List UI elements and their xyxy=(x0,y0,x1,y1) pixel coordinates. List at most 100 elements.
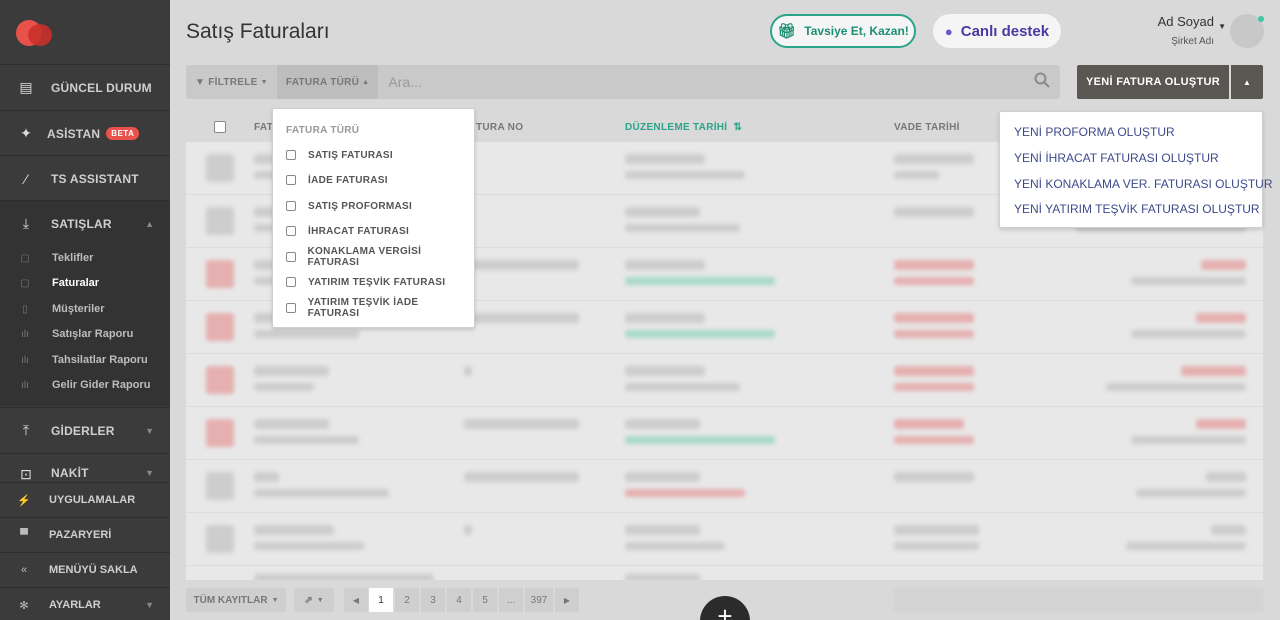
invoice-type-option-yatirim-tesvik[interactable]: YATIRIM TEŞVİK FATURASI xyxy=(286,273,466,291)
pagination-page-5[interactable]: 5 xyxy=(473,588,497,612)
checkbox[interactable] xyxy=(286,226,296,236)
chevron-down-icon: ▼ xyxy=(316,596,324,604)
checkbox[interactable] xyxy=(286,175,296,185)
cash-icon: ⊡ xyxy=(20,466,32,482)
new-proforma-item[interactable]: YENİ PROFORMA OLUŞTUR xyxy=(1014,125,1175,139)
sidebar-item-label: NAKİT xyxy=(51,466,89,480)
pagination-next[interactable]: ▶ xyxy=(555,588,579,612)
sidebar-subitem-label: Satışlar Raporu xyxy=(52,328,134,340)
contact-icon: ▯ xyxy=(22,303,28,315)
new-investment-invoice-item[interactable]: YENİ YATIRIM TEŞVİK FATURASI OLUŞTUR xyxy=(1014,202,1260,216)
invoice-type-option-proforma[interactable]: SATIŞ PROFORMASI xyxy=(286,197,466,215)
column-header-vade-tarihi[interactable]: VADE TARİHİ xyxy=(894,122,960,133)
checkbox[interactable] xyxy=(286,252,296,262)
invoice-type-option-konaklama[interactable]: KONAKLAMA VERGİSİ FATURASI xyxy=(286,246,466,268)
sidebar-item-pazaryeri[interactable]: ▀ PAZARYERİ xyxy=(0,517,170,552)
sidebar-subitem-faturalar[interactable]: ▢ Faturalar xyxy=(0,272,170,294)
sidebar-item-ayarlar[interactable]: ✻ AYARLAR ▼ xyxy=(0,587,170,620)
brand-logo[interactable] xyxy=(16,18,52,46)
option-label: YATIRIM TEŞVİK İADE FATURASI xyxy=(307,297,419,319)
sidebar-subitem-gelir-gider-raporu[interactable]: ılı Gelir Gider Raporu xyxy=(0,374,170,396)
all-records-button[interactable]: TÜM KAYITLAR ▼ xyxy=(186,588,286,612)
sidebar-subitem-teklifler[interactable]: ▢ Teklifler xyxy=(0,247,170,269)
filter-button[interactable]: ▼ FİLTRELE ▼ xyxy=(186,65,277,99)
column-header-duzenleme-tarihi[interactable]: DÜZENLEME TARİHİ ⇅ xyxy=(625,122,742,133)
column-header-label: DÜZENLEME TARİHİ xyxy=(625,122,728,133)
collapse-icon: « xyxy=(20,564,28,576)
upload-icon: ⤒ xyxy=(22,422,30,438)
sidebar-item-ts-assistant[interactable]: ⁄ TS ASSISTANT xyxy=(0,155,170,201)
dropdown-header: FATURA TÜRÜ xyxy=(286,125,360,136)
document-icon: ▢ xyxy=(20,252,30,264)
chevron-up-icon: ▲ xyxy=(362,78,370,86)
invoice-type-option-ihracat[interactable]: İHRACAT FATURASI xyxy=(286,222,466,240)
live-support-button[interactable]: ● Canlı destek xyxy=(933,14,1061,48)
new-invoice-button[interactable]: YENİ FATURA OLUŞTUR xyxy=(1077,65,1229,99)
filter-toolbar: ▼ FİLTRELE ▼ FATURA TÜRÜ ▲ xyxy=(186,65,1060,99)
sidebar-item-label: PAZARYERİ xyxy=(49,529,112,541)
checkbox[interactable] xyxy=(286,201,296,211)
search-icon[interactable] xyxy=(1024,72,1060,93)
pagination-prev[interactable]: ◀ xyxy=(344,588,368,612)
column-header-fatura-no[interactable]: TURA NO xyxy=(476,122,523,133)
invoice-type-dropdown: FATURA TÜRÜ SATIŞ FATURASI İADE FATURASI… xyxy=(272,108,475,328)
sidebar-subitem-tahsilatlar-raporu[interactable]: ılı Tahsilatlar Raporu xyxy=(0,349,170,371)
bar-chart-icon: ılı xyxy=(21,354,29,366)
search-input[interactable] xyxy=(378,65,1024,99)
table-row[interactable] xyxy=(186,460,1263,513)
pagination-page-2[interactable]: 2 xyxy=(395,588,419,612)
pagination-page-last[interactable]: 397 xyxy=(525,588,553,612)
dashboard-icon: ▤ xyxy=(19,79,33,95)
external-link-icon: ⇗ xyxy=(304,594,313,606)
option-label: YATIRIM TEŞVİK FATURASI xyxy=(308,276,446,288)
invoice-type-button[interactable]: FATURA TÜRÜ ▲ xyxy=(276,65,379,99)
support-label: Canlı destek xyxy=(960,22,1050,40)
new-export-invoice-item[interactable]: YENİ İHRACAT FATURASI OLUŞTUR xyxy=(1014,151,1219,165)
chat-icon: ● xyxy=(944,23,953,39)
new-invoice-dropdown-toggle[interactable]: ▲ xyxy=(1231,65,1263,99)
sort-icon: ⇅ xyxy=(733,122,743,133)
chevron-down-icon: ▼ xyxy=(260,78,268,86)
chevron-down-icon: ▼ xyxy=(145,468,154,478)
chevron-down-icon: ▼ xyxy=(145,425,154,436)
new-accommodation-invoice-item[interactable]: YENİ KONAKLAMA VER. FATURASI OLUŞTUR xyxy=(1014,177,1273,191)
option-label: SATIŞ FATURASI xyxy=(308,149,393,161)
sidebar-item-asistan[interactable]: ✦ ASİSTAN BETA xyxy=(0,110,170,156)
beta-badge: BETA xyxy=(106,127,140,140)
table-row[interactable] xyxy=(186,407,1263,460)
pagination-page-4[interactable]: 4 xyxy=(447,588,471,612)
refer-button[interactable]: 🎁︎ Tavsiye Et, Kazan! xyxy=(770,14,916,48)
checkbox[interactable] xyxy=(286,277,296,287)
pagination-page-1[interactable]: 1 xyxy=(369,588,393,612)
sidebar-item-satislar[interactable]: ⤓ SATIŞLAR ▲ xyxy=(0,200,170,246)
table-row[interactable] xyxy=(186,513,1263,566)
checkbox[interactable] xyxy=(286,303,296,313)
user-menu[interactable]: Ad Soyad Şirket Adı ▼ xyxy=(1158,14,1226,47)
sidebar-item-guncel-durum[interactable]: ▤ GÜNCEL DURUM xyxy=(0,64,170,110)
sidebar-item-uygulamalar[interactable]: ⚡ UYGULAMALAR xyxy=(0,482,170,517)
sidebar-item-menuyu-sakla[interactable]: « MENÜYÜ SAKLA xyxy=(0,552,170,587)
magic-wand-icon: ⁄ xyxy=(24,170,28,187)
invoice-type-option-yatirim-tesvik-iade[interactable]: YATIRIM TEŞVİK İADE FATURASI xyxy=(286,297,466,319)
pagination-page-3[interactable]: 3 xyxy=(421,588,445,612)
invoice-type-option-satis[interactable]: SATIŞ FATURASI xyxy=(286,146,466,164)
sidebar-item-label: TS ASSISTANT xyxy=(51,171,139,186)
column-header-fatura[interactable]: FAT xyxy=(254,122,273,133)
option-label: KONAKLAMA VERGİSİ FATURASI xyxy=(307,246,422,268)
sidebar-subitem-satislar-raporu[interactable]: ılı Satışlar Raporu xyxy=(0,323,170,345)
sidebar-item-giderler[interactable]: ⤒ GİDERLER ▼ xyxy=(0,407,170,453)
sparkle-icon: ✦ xyxy=(20,125,32,141)
select-all-checkbox[interactable] xyxy=(214,121,226,133)
table-row[interactable] xyxy=(186,354,1263,407)
sidebar-item-label: MENÜYÜ SAKLA xyxy=(49,564,138,576)
export-button[interactable]: ⇗ ▼ xyxy=(294,588,334,612)
sidebar-subitem-musteriler[interactable]: ▯ Müşteriler xyxy=(0,298,170,320)
company-name: Şirket Adı xyxy=(1171,36,1214,47)
filter-icon: ▼ xyxy=(195,76,206,88)
download-icon: ⤓ xyxy=(22,215,30,231)
table-row[interactable] xyxy=(186,566,1263,580)
checkbox[interactable] xyxy=(286,150,296,160)
chevron-right-icon: ▶ xyxy=(563,595,571,605)
chevron-down-icon: ▼ xyxy=(271,596,279,604)
invoice-type-option-iade[interactable]: İADE FATURASI xyxy=(286,171,466,189)
